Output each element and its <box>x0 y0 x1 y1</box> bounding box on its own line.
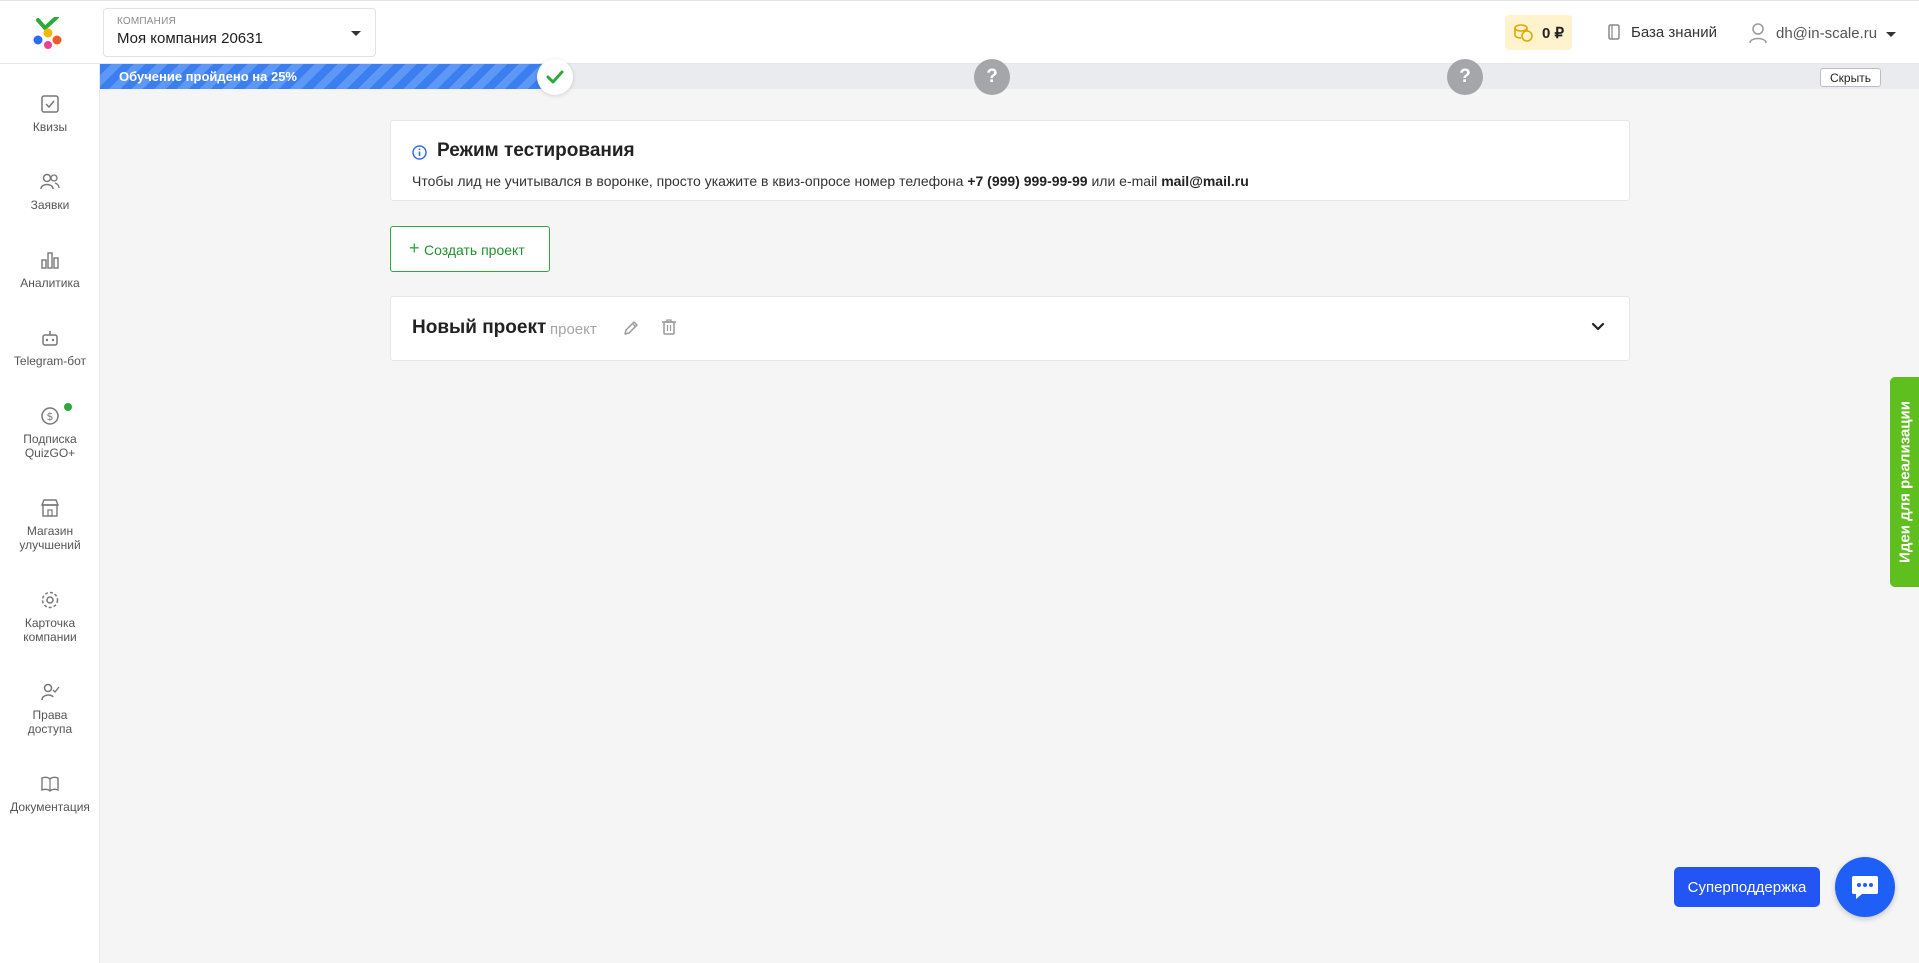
robot-icon <box>42 331 58 346</box>
sidebar-item-label: Квизы <box>32 120 68 134</box>
company-label: КОМПАНИЯ <box>117 16 176 27</box>
balance-value: 0 ₽ <box>1542 25 1565 42</box>
sidebar-item-analytics[interactable]: Аналитика <box>0 250 100 290</box>
create-project-label: Создать проект <box>424 242 525 258</box>
create-project-button[interactable]: + Создать проект <box>390 226 550 272</box>
trash-icon[interactable] <box>661 318 677 336</box>
dollar-coin-icon: $ <box>41 407 59 425</box>
knowledge-base-label: База знаний <box>1631 24 1717 41</box>
sidebar-item-access-rights[interactable]: Права доступа <box>0 682 100 736</box>
sidebar-item-label: Магазин улучшений <box>19 524 81 552</box>
checkbox-icon <box>41 95 59 113</box>
plus-icon: + <box>409 238 420 258</box>
user-email: dh@in-scale.ru <box>1776 25 1878 42</box>
sidebar-item-quizzes[interactable]: Квизы <box>0 94 100 134</box>
test-mode-description: Чтобы лид не учитывался в воронке, прост… <box>412 173 1249 189</box>
project-title: Новый проект <box>412 317 547 338</box>
hide-progress-button[interactable]: Скрыть <box>1820 68 1881 87</box>
gear-icon <box>41 591 59 609</box>
sidebar-item-label: Telegram-бот <box>13 354 87 368</box>
progress-text: Обучение пройдено на 25% <box>119 69 297 84</box>
project-card[interactable]: Новый проект проект <box>390 296 1630 361</box>
sidebar-item-leads[interactable]: Заявки <box>0 172 100 212</box>
sidebar-item-subscription[interactable]: $ Подписка QuizGO+ <box>0 403 100 460</box>
sidebar-item-documentation[interactable]: Документация <box>0 774 100 814</box>
book-open-icon <box>41 776 59 792</box>
test-phone: +7 (999) 999-99-99 <box>967 173 1088 189</box>
info-icon <box>412 145 427 160</box>
company-name: Моя компания 20631 <box>117 30 263 47</box>
balance-button[interactable]: 0 ₽ <box>1505 15 1572 50</box>
caret-down-icon <box>1886 32 1896 37</box>
super-support-button[interactable]: Суперподдержка <box>1674 867 1820 907</box>
store-icon <box>40 499 60 517</box>
chat-bubble-icon <box>1852 876 1878 899</box>
question-icon: ? <box>986 66 998 87</box>
coins-icon <box>1514 24 1533 42</box>
progress-fill: Обучение пройдено на 25% <box>100 64 555 89</box>
user-icon <box>1749 23 1767 44</box>
milestone-2-pending[interactable]: ? <box>974 59 1010 95</box>
svg-text:$: $ <box>47 410 54 423</box>
sidebar-item-company-card[interactable]: Карточка компании <box>0 590 100 644</box>
ideas-feedback-tab[interactable]: Идеи для реализации <box>1890 377 1919 587</box>
test-email: mail@mail.ru <box>1161 173 1249 189</box>
question-icon: ? <box>1459 66 1471 87</box>
ideas-tab-label: Идеи для реализации <box>1896 401 1914 563</box>
sidebar-item-telegram-bot[interactable]: Telegram-бот <box>0 328 100 368</box>
status-dot <box>64 403 72 411</box>
chat-widget-button[interactable] <box>1835 857 1895 917</box>
sidebar-item-label: Заявки <box>30 198 70 212</box>
test-mode-card: Режим тестирования Чтобы лид не учитывал… <box>390 120 1630 201</box>
book-icon <box>1608 24 1620 40</box>
sidebar-item-label: Права доступа <box>27 708 73 736</box>
top-header: КОМПАНИЯ Моя компания 20631 0 ₽ База зна… <box>0 0 1919 64</box>
test-mode-title: Режим тестирования <box>437 140 635 161</box>
sidebar-item-label: Подписка QuizGO+ <box>23 432 77 460</box>
chevron-down-icon[interactable] <box>1591 322 1605 332</box>
milestone-3-pending[interactable]: ? <box>1447 59 1483 95</box>
quizgo-logo[interactable] <box>30 17 64 49</box>
sidebar: Квизы Заявки Аналитика Telegram-бот $ По… <box>0 64 100 963</box>
user-check-icon <box>41 683 60 701</box>
sidebar-item-label: Карточка компании <box>23 616 77 644</box>
company-selector[interactable]: КОМПАНИЯ Моя компания 20631 <box>103 8 376 57</box>
caret-down-icon <box>351 31 361 36</box>
description-text: или e-mail <box>1087 173 1162 189</box>
user-menu[interactable]: dh@in-scale.ru <box>1748 22 1896 44</box>
sidebar-item-upgrade-store[interactable]: Магазин улучшений <box>0 498 100 552</box>
sidebar-item-label: Аналитика <box>20 276 80 290</box>
check-icon <box>546 70 564 84</box>
description-text: Чтобы лид не учитывался в воронке, прост… <box>412 173 968 189</box>
users-icon <box>40 173 60 190</box>
sidebar-item-label: Документация <box>10 800 90 814</box>
bar-chart-icon <box>41 252 59 269</box>
milestone-1-completed[interactable] <box>537 59 573 95</box>
project-type-label: проект <box>550 321 597 338</box>
pencil-icon[interactable] <box>622 319 640 337</box>
